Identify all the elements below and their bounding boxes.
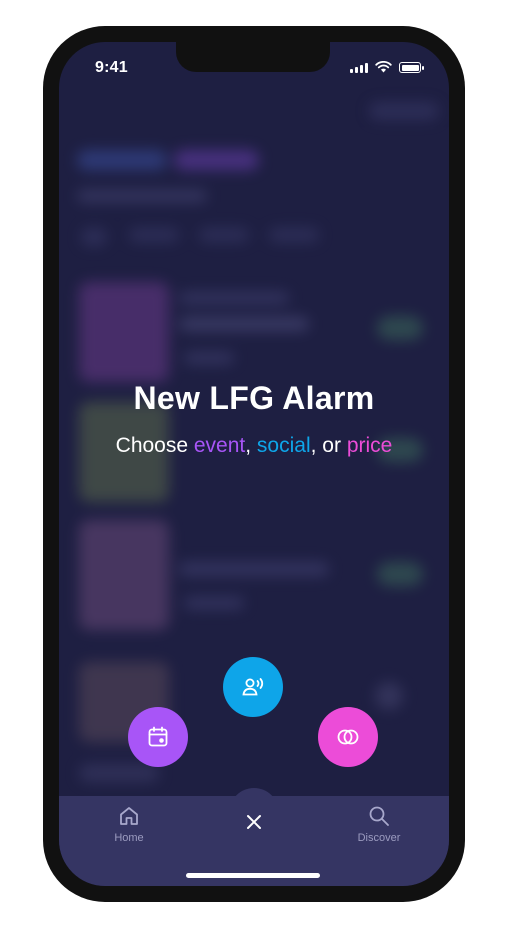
tab-home-label: Home <box>114 832 144 844</box>
phone-frame: 9:41 New LFG Alarm Choose event, social,… <box>43 26 465 902</box>
subtitle-prefix: Choose <box>115 434 194 457</box>
calendar-icon <box>148 726 168 747</box>
option-price-link[interactable]: price <box>347 434 393 457</box>
subtitle-separator: , <box>245 434 257 457</box>
close-button[interactable] <box>240 808 268 836</box>
home-indicator <box>186 873 320 878</box>
user-voice-icon <box>242 678 264 696</box>
tab-home[interactable]: Home <box>89 804 169 844</box>
price-alarm-button[interactable] <box>318 707 378 767</box>
search-icon <box>369 806 389 826</box>
subtitle-separator: , or <box>310 434 347 457</box>
close-icon <box>247 815 261 829</box>
modal-subtitle: Choose event, social, or price <box>59 434 449 458</box>
cellular-signal-icon <box>350 63 368 73</box>
battery-icon <box>399 62 424 73</box>
app-screen: 9:41 New LFG Alarm Choose event, social,… <box>59 42 449 886</box>
event-alarm-button[interactable] <box>128 707 188 767</box>
status-icons <box>350 61 424 73</box>
tab-discover-label: Discover <box>357 832 401 844</box>
coins-icon <box>337 729 359 745</box>
tab-discover[interactable]: Discover <box>339 804 419 844</box>
option-event-link[interactable]: event <box>194 434 245 457</box>
device-notch <box>176 42 330 72</box>
home-icon <box>120 807 138 825</box>
social-alarm-button[interactable] <box>223 657 283 717</box>
status-time: 9:41 <box>95 59 128 76</box>
blurred-background <box>59 42 449 886</box>
option-social-link[interactable]: social <box>257 434 311 457</box>
wifi-icon <box>375 61 392 73</box>
modal-title: New LFG Alarm <box>133 380 375 416</box>
